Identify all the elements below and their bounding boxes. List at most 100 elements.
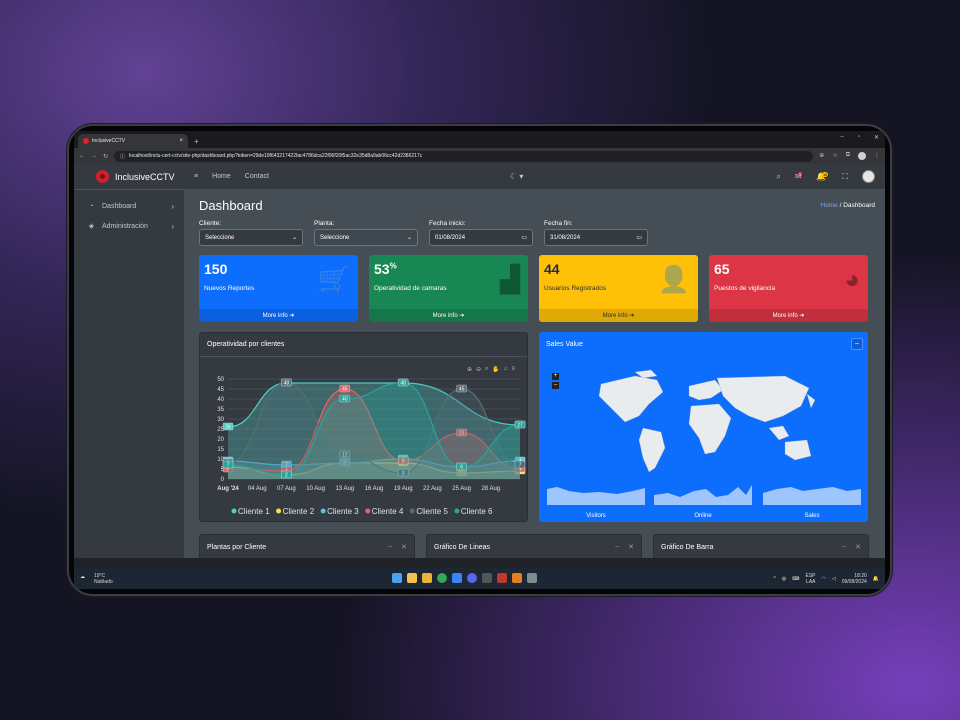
cliente-select[interactable]: Seleccione ⌄ <box>199 229 303 246</box>
close-tab-icon[interactable]: × <box>179 138 183 144</box>
legend-marker[interactable] <box>365 508 371 514</box>
x-tick-label: 13 Aug <box>335 486 354 492</box>
weather-widget[interactable]: 19°C Nublado <box>94 573 113 585</box>
user-plus-icon: 👤 <box>657 264 690 294</box>
sales-sparkline <box>763 487 861 505</box>
chevron-up-icon[interactable]: ^ <box>774 576 776 582</box>
sidebar-item-dashboard[interactable]: ◔ Dashboard › <box>74 196 184 216</box>
nav-home-link[interactable]: Home <box>212 173 231 180</box>
new-tab-button[interactable]: + <box>194 137 199 146</box>
url-input[interactable]: ⓘ localhost/inclu-cert-cctv/site-php/das… <box>114 150 814 162</box>
more-info-link[interactable]: More info ➜ <box>539 309 698 322</box>
legend-marker[interactable] <box>276 508 282 514</box>
calendar-icon[interactable]: ▭ <box>636 234 642 241</box>
zoom-icon[interactable]: ⊕ <box>819 152 824 160</box>
wifi-icon[interactable]: ◠ <box>822 576 826 582</box>
more-info-link[interactable]: More info ➜ <box>199 309 358 322</box>
area-chart: 05101520253035404550Aug '24 04 Aug 07 Aug 1… <box>217 377 526 516</box>
fecha-fin-input[interactable]: 31/08/2024 ▭ <box>544 229 648 246</box>
planta-select[interactable]: Seleccione ⌄ <box>314 229 418 246</box>
x-tick-label: Aug '24 <box>217 486 239 492</box>
app-icon[interactable] <box>452 573 462 583</box>
more-info-text: More info <box>262 312 288 319</box>
app-icon[interactable] <box>482 573 492 583</box>
close-icon[interactable]: ✕ <box>628 543 634 551</box>
sales-label: Sales <box>804 513 820 519</box>
data-label: 45 <box>459 387 465 393</box>
tab-title: InclusiveCCTV <box>92 138 126 144</box>
notification-center-icon[interactable]: 🔔 <box>873 576 879 582</box>
legend-marker[interactable] <box>409 508 415 514</box>
app-icon[interactable] <box>527 573 537 583</box>
nav-contact-link[interactable]: Contact <box>245 173 269 180</box>
maximize-icon[interactable]: ▫ <box>858 134 860 141</box>
more-info-link[interactable]: More info ➜ <box>369 309 528 322</box>
app-icon[interactable] <box>512 573 522 583</box>
legend-marker[interactable] <box>320 508 326 514</box>
close-icon[interactable]: ✕ <box>401 543 407 551</box>
bookmark-icon[interactable]: ☆ <box>832 152 837 160</box>
close-window-icon[interactable]: ✕ <box>874 134 879 141</box>
search-icon[interactable]: ⌕ <box>777 172 781 182</box>
collapse-icon[interactable]: – <box>388 543 392 551</box>
discord-icon[interactable] <box>467 573 477 583</box>
legend-marker[interactable] <box>454 508 460 514</box>
stat-box-puestos: 65 Puestos de vigilancia ◕ More info ➜ <box>709 255 868 322</box>
y-tick-label: 30 <box>217 417 224 423</box>
y-tick-label: 0 <box>221 477 225 483</box>
legend-label[interactable]: Cliente 1 <box>238 507 270 516</box>
profile-avatar[interactable] <box>858 152 866 160</box>
app-icon[interactable] <box>407 573 417 583</box>
collapse-button[interactable]: – <box>851 338 863 350</box>
network-icon[interactable]: ◍ <box>782 576 786 582</box>
dashboard-icon: ◔ <box>89 202 94 210</box>
fecha-fin-label: Fecha fin: <box>544 220 573 227</box>
app-icon[interactable] <box>497 573 507 583</box>
brand[interactable]: InclusiveCCTV <box>74 164 184 190</box>
reload-icon[interactable]: ↻ <box>103 153 108 160</box>
keyboard-icon[interactable]: ⌨ <box>792 576 799 582</box>
legend-label[interactable]: Cliente 5 <box>416 507 448 516</box>
card-plantas-por-cliente: Plantas por Cliente – ✕ <box>199 534 415 558</box>
legend-label[interactable]: Cliente 6 <box>461 507 493 516</box>
chevron-down-icon: ⌄ <box>291 235 297 241</box>
legend-marker[interactable] <box>231 508 237 514</box>
language-indicator[interactable]: ESP LAA <box>805 573 815 585</box>
x-tick-label: 19 Aug <box>394 486 413 492</box>
sidebar-item-administracion[interactable]: ◈ Administración › <box>74 216 184 236</box>
notifications-icon[interactable]: 🔔15 <box>816 172 829 181</box>
fecha-inicio-input[interactable]: 01/08/2024 ▭ <box>429 229 533 246</box>
browser-tab[interactable]: InclusiveCCTV × <box>78 134 188 148</box>
forward-icon[interactable]: → <box>91 153 97 159</box>
calendar-icon[interactable]: ▭ <box>521 234 527 241</box>
back-icon[interactable]: ← <box>79 153 85 159</box>
hamburger-icon[interactable]: ≡ <box>194 173 198 180</box>
chart-card: Operatividad por clientes ⊕ ⊖ ⌕ ✋ ⌂ ≡ 0 5 10 15 2… <box>199 332 528 522</box>
breadcrumb-home[interactable]: Home <box>820 202 837 209</box>
legend-label[interactable]: Cliente 4 <box>372 507 404 516</box>
user-avatar[interactable] <box>862 170 875 183</box>
legend-label[interactable]: Cliente 3 <box>327 507 359 516</box>
planta-value: Seleccione <box>320 234 350 241</box>
site-info-icon[interactable]: ⓘ <box>120 153 125 160</box>
cube-icon: ◈ <box>88 223 95 230</box>
chrome-icon[interactable] <box>437 573 447 583</box>
extensions-icon[interactable]: ⧉ <box>846 152 850 160</box>
theme-toggle-icon[interactable]: ☾ ▾ <box>510 172 523 181</box>
legend-label[interactable]: Cliente 2 <box>283 507 315 516</box>
clock[interactable]: 18:20 09/08/2024 <box>842 573 867 585</box>
folder-icon[interactable] <box>422 573 432 583</box>
collapse-icon[interactable]: – <box>842 543 846 551</box>
fullscreen-icon[interactable]: ⛶ <box>842 172 848 182</box>
menu-icon[interactable]: ⋮ <box>874 152 880 160</box>
more-info-text: More info <box>772 312 798 319</box>
stat-label: Puestos de vigilancia <box>714 285 776 292</box>
close-icon[interactable]: ✕ <box>855 543 861 551</box>
more-info-link[interactable]: More info ➜ <box>709 309 868 322</box>
minimize-icon[interactable]: – <box>840 134 843 141</box>
collapse-icon[interactable]: – <box>615 543 619 551</box>
volume-icon[interactable]: ◁ <box>832 576 836 582</box>
card-title: Plantas por Cliente <box>207 543 267 551</box>
start-icon[interactable] <box>392 573 402 583</box>
messages-icon[interactable]: ✉3 <box>795 172 802 181</box>
